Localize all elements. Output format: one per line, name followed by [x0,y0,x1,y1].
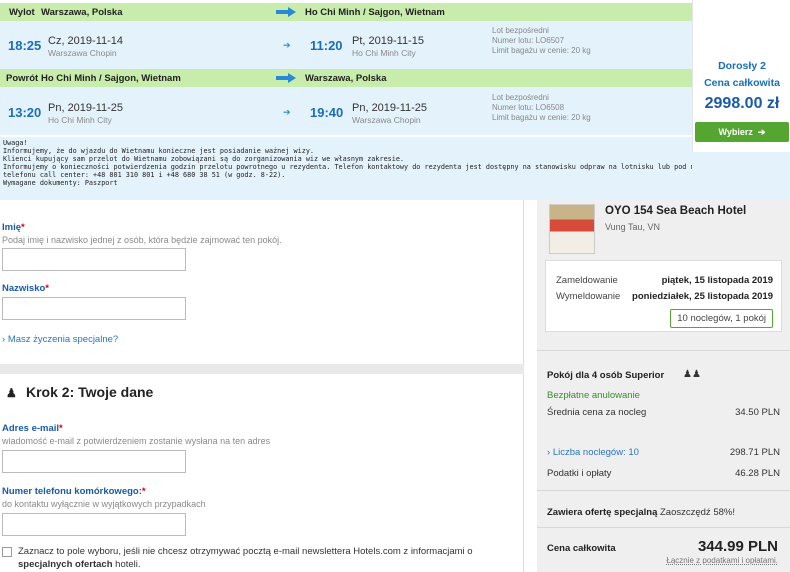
taxes-value: 46.28 PLN [735,468,780,479]
nights-count-link[interactable]: › Liczba noclegów: 10 [547,447,639,458]
room-name: Pokój dla 4 osób Superior [547,370,665,381]
outbound-dep-city: Warszawa Chopin [48,48,117,58]
notice-line: Uwaga! [3,139,28,147]
passenger-count: Dorosły 2 [718,60,766,72]
booking-form: Imię* Podaj imię i nazwisko jednej z osó… [0,200,524,572]
checkout-label: Wymeldowanie [556,291,621,302]
flight-total-price: 2998.00 zł [704,95,780,112]
phone-hint: do kontaktu wyłącznie w wyjątkowych przy… [2,499,206,509]
outbound-to: Ho Chi Minh / Sajgon, Wietnam [305,7,445,18]
newsletter-text: Zaznacz to pole wyboru, jeśli nie chcesz… [18,546,473,570]
return-dep-date: Pn, 2019-11-25 [48,102,124,114]
outbound-details: 18:25 Cz, 2019-11-14 Warszawa Chopin ➔ 1… [0,21,692,69]
step1-card: Imię* Podaj imię i nazwisko jednej z osó… [0,200,524,364]
outbound-arr-date: Pt, 2019-11-15 [352,35,424,47]
arrow-right-small-icon: ➔ [283,40,291,50]
visa-notice: Uwaga! Informujemy, że do wjazdu do Wiet… [0,137,692,200]
outbound-header: Wylot Warszawa, Polska Ho Chi Minh / Saj… [0,3,692,21]
last-name-input[interactable] [2,297,186,320]
outbound-flight-number: Numer lotu: LO6507 [492,36,565,45]
return-to: Warszawa, Polska [305,73,387,84]
return-details: 13:20 Pn, 2019-11-25 Ho Chi Minh City ➔ … [0,87,692,135]
outbound-arr-time: 11:20 [310,38,343,53]
return-from: Ho Chi Minh / Sajgon, Wietnam [41,73,181,84]
return-header: Powrót Ho Chi Minh / Sajgon, Wietnam War… [0,69,692,87]
arrow-right-icon: ➔ [755,127,766,137]
phone-input[interactable] [2,513,186,536]
hotel-photo [549,204,595,254]
hotel-total-label: Cena całkowita [547,543,616,554]
divider [537,490,790,491]
hotel-location: Vung Tau, VN [605,222,661,232]
divider [537,527,790,528]
chevron-right-icon: › [547,447,551,458]
checkin-value: piątek, 15 listopada 2019 [661,275,773,286]
outbound-info: Lot bezpośredni Numer lotu: LO6507 Limit… [492,26,591,56]
special-offer: Zawiera ofertę specjalną Zaoszczędź 58%! [547,507,735,518]
outbound-dep-time: 18:25 [8,38,42,53]
hotel-name: OYO 154 Sea Beach Hotel [605,205,747,217]
nights-badge: 10 noclegów, 1 pokój [670,309,773,328]
notice-background [692,152,790,200]
choose-button-label: Wybierz [718,127,753,137]
outbound-dep-date: Cz, 2019-11-14 [48,35,124,47]
return-info: Lot bezpośredni Numer lotu: LO6508 Limit… [492,93,591,123]
choose-button[interactable]: Wybierz ➔ [695,122,789,142]
arrow-right-icon [276,7,296,17]
email-label: Adres e-mail* [2,423,63,434]
arrow-right-small-icon: ➔ [283,107,291,117]
return-dep-city: Ho Chi Minh City [48,115,112,125]
divider [537,350,790,351]
special-requests-link[interactable]: › Masz życzenia specjalne? [2,334,118,345]
return-arr-date: Pn, 2019-11-25 [352,102,428,114]
avg-price-value: 34.50 PLN [735,407,780,418]
return-baggage: Limit bagażu w cenie: 20 kg [492,113,591,122]
hotel-summary: OYO 154 Sea Beach Hotel Vung Tau, VN Zam… [537,200,790,572]
stay-dates-box: Zameldowanie piątek, 15 listopada 2019 W… [545,260,782,332]
outbound-label: Wylot [9,7,35,18]
flight-offer-panel: Wylot Warszawa, Polska Ho Chi Minh / Saj… [0,0,790,200]
flight-total-label: Cena całkowita [704,77,780,89]
first-name-hint: Podaj imię i nazwisko jednej z osób, któ… [2,235,282,245]
person-icon: ♟ [6,386,17,400]
outbound-from: Warszawa, Polska [41,7,123,18]
notice-line: telefonu call center: +48 801 310 801 i … [3,171,286,179]
last-name-label: Nazwisko* [2,283,49,294]
notice-line: Wymagane dokumenty: Paszport [3,179,118,187]
notice-line: Informujemy o konieczności potwierdzenia… [3,163,692,171]
return-dep-time: 13:20 [8,105,42,120]
return-arr-city: Warszawa Chopin [352,115,421,125]
flight-price-box: Dorosły 2 Cena całkowita 2998.00 zł Wybi… [692,0,790,152]
email-input[interactable] [2,450,186,473]
step2-card: ♟ Krok 2: Twoje dane Adres e-mail* wiadom… [0,374,524,572]
arrow-right-icon [276,73,296,83]
hotel-total-note[interactable]: Łącznie z podatkami i opłatami. [666,556,778,565]
notice-line: Informujemy, że do wjazdu do Wietnamu ko… [3,147,314,155]
guests-icon: ♟♟ [683,369,701,380]
notice-line: Klienci kupujący sam przelot do Wietnamu… [3,155,405,163]
taxes-label: Podatki i opłaty [547,468,612,479]
outbound-direct: Lot bezpośredni [492,26,549,35]
chevron-right-icon: › [2,334,6,345]
outbound-baggage: Limit bagażu w cenie: 20 kg [492,46,591,55]
first-name-label: Imię* [2,222,25,233]
return-flight-number: Numer lotu: LO6508 [492,103,565,112]
checkin-label: Zameldowanie [556,275,618,286]
hotel-total-value: 344.99 PLN [697,538,778,555]
newsletter-checkbox[interactable] [2,547,12,557]
free-cancellation: Bezpłatne anulowanie [547,390,640,401]
return-direct: Lot bezpośredni [492,93,549,102]
return-label: Powrót [6,73,39,84]
return-arr-time: 19:40 [310,105,344,120]
section-divider [0,364,524,374]
step2-heading: ♟ Krok 2: Twoje dane [6,384,154,400]
first-name-input[interactable] [2,248,186,271]
checkout-value: poniedziałek, 25 listopada 2019 [632,291,773,302]
phone-label: Numer telefonu komórkowego:* [2,486,146,497]
nights-total-value: 298.71 PLN [729,447,780,458]
outbound-arr-city: Ho Chi Minh City [352,48,416,58]
avg-price-label: Średnia cena za nocleg [547,407,647,418]
email-hint: wiadomość e-mail z potwierdzeniem zostan… [2,436,271,446]
